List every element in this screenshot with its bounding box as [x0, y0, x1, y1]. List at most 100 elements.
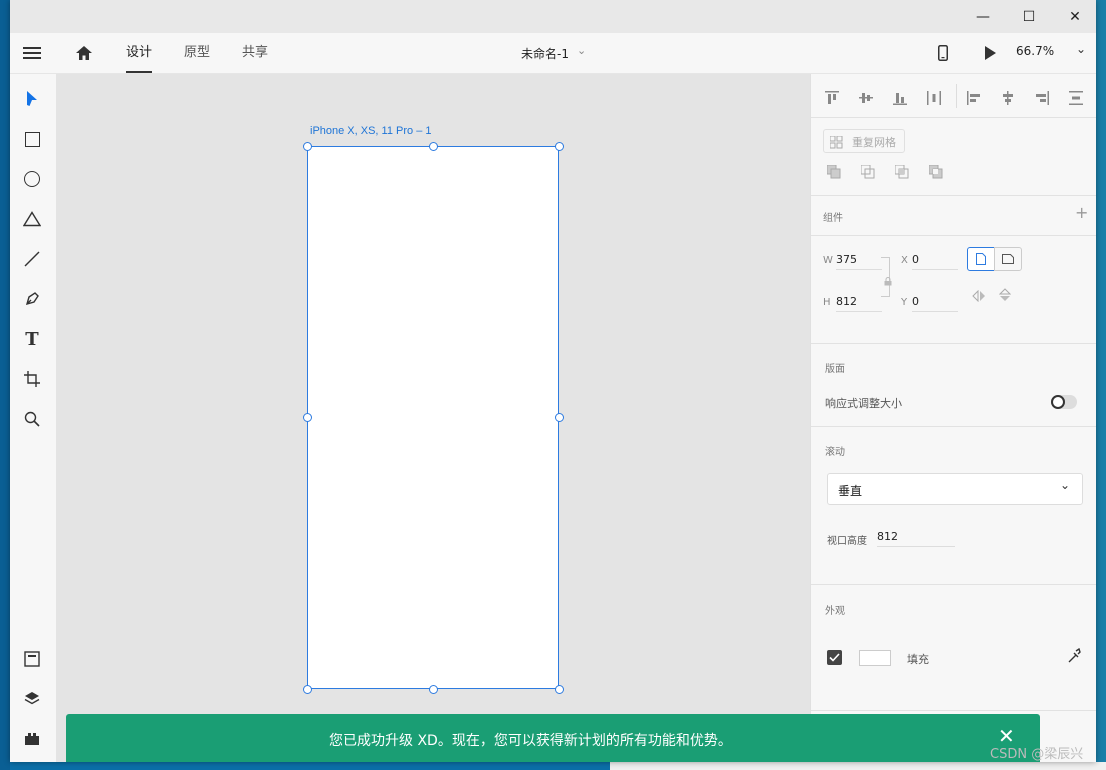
scroll-section: 滚动 垂直 ⌄ 视口高度 812 [811, 426, 1096, 585]
minimize-button[interactable]: — [960, 0, 1006, 33]
fill-color-swatch[interactable] [859, 650, 891, 666]
lock-aspect-icon[interactable] [884, 271, 892, 290]
viewport-height-input[interactable]: 812 [877, 530, 955, 547]
zoom-tool-icon[interactable] [18, 405, 46, 433]
responsive-resize-toggle[interactable] [1051, 395, 1077, 409]
flip-horizontal-icon[interactable] [972, 287, 986, 306]
tab-design[interactable]: 设计 [126, 33, 153, 73]
hamburger-icon[interactable] [22, 43, 42, 63]
width-input[interactable]: 375 [836, 253, 882, 270]
artboard-label[interactable]: iPhone X, XS, 11 Pro – 1 [310, 125, 431, 137]
resize-handle-tr[interactable] [555, 142, 564, 151]
height-input[interactable]: 812 [836, 295, 882, 312]
scroll-section-title: 滚动 [825, 447, 845, 458]
scroll-chevron-icon: ⌄ [1060, 478, 1071, 492]
desktop-background-left [0, 0, 10, 770]
viewport-height-label: 视口高度 [827, 536, 867, 547]
checkmark-icon [829, 653, 840, 662]
portrait-orientation-icon[interactable] [967, 247, 995, 271]
desktop-background-right [1096, 0, 1106, 770]
select-tool-icon[interactable] [18, 85, 46, 113]
scroll-direction-value: 垂直 [838, 484, 863, 498]
resize-handle-ml[interactable] [303, 413, 312, 422]
width-label: W [823, 255, 833, 266]
boolean-exclude-icon[interactable] [928, 164, 943, 183]
repeat-grid-icon [829, 134, 843, 153]
tab-share[interactable]: 共享 [242, 33, 268, 73]
appearance-section-title: 外观 [825, 606, 845, 617]
zoom-chevron-icon[interactable]: ⌄ [1076, 42, 1086, 56]
artboard-section-title: 版面 [825, 364, 845, 375]
distribute-horizontal-icon[interactable] [927, 90, 941, 109]
layers-panel-icon[interactable] [18, 685, 46, 713]
watermark-text: CSDN @梁辰兴 [990, 747, 1084, 762]
artboard[interactable] [307, 146, 559, 689]
ellipse-tool-icon[interactable] [18, 165, 46, 193]
add-component-icon[interactable]: + [1075, 203, 1088, 222]
flip-vertical-icon[interactable] [998, 287, 1012, 306]
play-preview-icon[interactable] [982, 43, 998, 63]
y-label: Y [901, 297, 908, 308]
line-tool-icon[interactable] [18, 245, 46, 273]
text-tool-icon[interactable]: T [18, 325, 46, 353]
responsive-resize-label: 响应式调整大小 [825, 397, 902, 410]
rectangle-tool-icon[interactable] [18, 125, 46, 153]
close-window-button[interactable]: ✕ [1052, 0, 1096, 33]
repeat-grid-button[interactable]: 重复网格 [823, 129, 905, 153]
align-top-icon[interactable] [825, 90, 839, 109]
app-bar: 设计 原型 共享 未命名-1 ⌄ 66.7% ⌄ [10, 33, 1096, 74]
resize-handle-br[interactable] [555, 685, 564, 694]
eyedropper-icon[interactable] [1067, 647, 1081, 668]
resize-handle-mr[interactable] [555, 413, 564, 422]
pen-tool-icon[interactable] [18, 285, 46, 313]
repeat-grid-section: 重复网格 [811, 117, 1096, 196]
align-right-icon[interactable] [1035, 90, 1049, 109]
tools-bar: T [10, 74, 56, 762]
align-left-icon[interactable] [967, 90, 981, 109]
scroll-direction-select[interactable]: 垂直 ⌄ [827, 473, 1083, 505]
property-inspector: 重复网格 组件 + W 375 H 812 X 0 Y 0 版面 响应式调整大小… [810, 74, 1096, 762]
maximize-button[interactable]: ☐ [1006, 0, 1052, 33]
distribute-vertical-icon[interactable] [1069, 90, 1083, 109]
desktop-background-bottom [610, 762, 1106, 770]
design-canvas[interactable]: iPhone X, XS, 11 Pro – 1 [56, 74, 810, 762]
zoom-level[interactable]: 66.7% [1016, 44, 1054, 58]
align-bottom-icon[interactable] [893, 90, 907, 109]
toggle-knob [1051, 395, 1065, 409]
polygon-tool-icon[interactable] [18, 205, 46, 233]
align-middle-icon[interactable] [859, 90, 873, 109]
x-label: X [901, 255, 908, 266]
align-center-icon[interactable] [1001, 90, 1015, 109]
landscape-orientation-icon[interactable] [994, 247, 1022, 271]
tab-prototype[interactable]: 原型 [184, 33, 210, 73]
height-label: H [823, 297, 831, 308]
fill-label: 填充 [907, 653, 929, 666]
boolean-subtract-icon[interactable] [860, 164, 875, 183]
artboard-section: 版面 响应式调整大小 [811, 343, 1096, 427]
assets-panel-icon[interactable] [18, 645, 46, 673]
plugins-panel-icon[interactable] [18, 725, 46, 753]
align-divider [956, 84, 957, 108]
home-icon[interactable] [74, 43, 94, 63]
align-section [811, 74, 1096, 118]
components-title: 组件 [823, 213, 843, 224]
upgrade-toast: 您已成功升级 XD。现在，您可以获得新计划的所有功能和优势。 ✕ [66, 714, 1040, 762]
resize-handle-bm[interactable] [429, 685, 438, 694]
fill-checkbox[interactable] [827, 650, 842, 665]
resize-handle-tm[interactable] [429, 142, 438, 151]
components-section: 组件 + [811, 195, 1096, 236]
resize-handle-tl[interactable] [303, 142, 312, 151]
x-input[interactable]: 0 [912, 253, 958, 270]
artboard-tool-icon[interactable] [18, 365, 46, 393]
device-preview-icon[interactable] [936, 43, 950, 63]
resize-handle-bl[interactable] [303, 685, 312, 694]
appearance-section: 外观 填充 [811, 584, 1096, 711]
repeat-grid-label: 重复网格 [852, 136, 896, 149]
boolean-intersect-icon[interactable] [894, 164, 909, 183]
chevron-down-icon[interactable]: ⌄ [577, 44, 586, 57]
y-input[interactable]: 0 [912, 295, 958, 312]
title-bar: — ☐ ✕ [10, 0, 1096, 33]
boolean-add-icon[interactable] [826, 164, 841, 183]
document-title[interactable]: 未命名-1 [521, 45, 569, 62]
transform-section: W 375 H 812 X 0 Y 0 [811, 235, 1096, 344]
